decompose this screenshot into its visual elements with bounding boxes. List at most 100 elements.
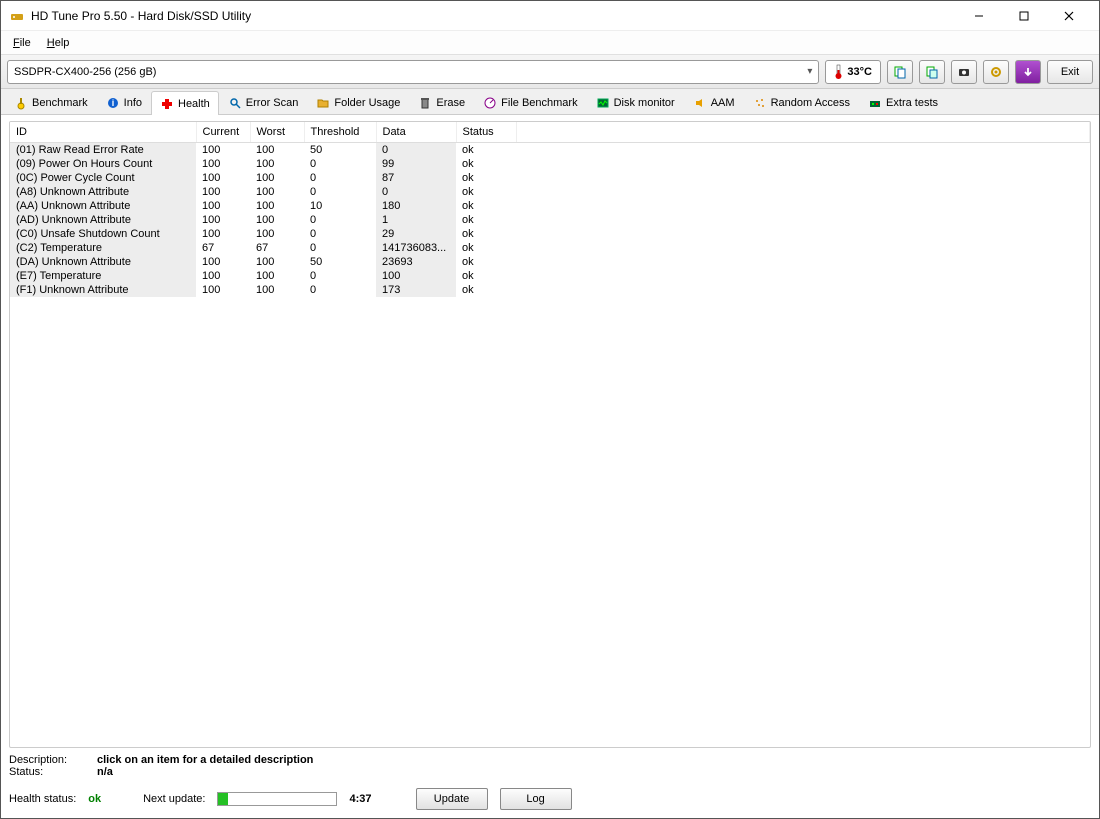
content-area: ID Current Worst Threshold Data Status (… (1, 115, 1099, 818)
save-button[interactable] (1015, 60, 1041, 84)
drive-select-text: SSDPR-CX400-256 (256 gB) (14, 66, 807, 78)
random-icon (753, 96, 767, 110)
table-row[interactable]: (C0) Unsafe Shutdown Count100100029ok (10, 227, 1090, 241)
table-row[interactable]: (E7) Temperature1001000100ok (10, 269, 1090, 283)
cell-data: 99 (376, 157, 456, 171)
cell-status: ok (456, 199, 516, 213)
cell-threshold: 0 (304, 171, 376, 185)
cell-worst: 67 (250, 241, 304, 255)
col-header-threshold[interactable]: Threshold (304, 122, 376, 143)
speaker-icon (693, 96, 707, 110)
health-icon (160, 97, 174, 111)
cell-data: 1 (376, 213, 456, 227)
table-row[interactable]: (01) Raw Read Error Rate100100500ok (10, 143, 1090, 158)
tab-disk-monitor[interactable]: Disk monitor (587, 90, 684, 114)
cell-worst: 100 (250, 269, 304, 283)
table-row[interactable]: (09) Power On Hours Count100100099ok (10, 157, 1090, 171)
table-row[interactable]: (F1) Unknown Attribute1001000173ok (10, 283, 1090, 297)
temperature-value: 33°C (847, 66, 872, 78)
titlebar: HD Tune Pro 5.50 - Hard Disk/SSD Utility (1, 1, 1099, 31)
cell-id: (0C) Power Cycle Count (10, 171, 196, 185)
tabbar: Benchmark iInfo Health Error Scan Folder… (1, 89, 1099, 115)
cell-current: 100 (196, 185, 250, 199)
cell-worst: 100 (250, 283, 304, 297)
col-header-id[interactable]: ID (10, 122, 196, 143)
tab-folder-usage[interactable]: Folder Usage (307, 90, 409, 114)
tab-info[interactable]: iInfo (97, 90, 151, 114)
erase-icon (418, 96, 432, 110)
benchmark-icon (14, 96, 28, 110)
update-button[interactable]: Update (416, 788, 488, 810)
col-header-data[interactable]: Data (376, 122, 456, 143)
copy-info-button[interactable] (887, 60, 913, 84)
cell-status: ok (456, 255, 516, 269)
description-label: Description: (9, 754, 79, 766)
table-row[interactable]: (0C) Power Cycle Count100100087ok (10, 171, 1090, 185)
cell-status: ok (456, 185, 516, 199)
table-row[interactable]: (AA) Unknown Attribute10010010180ok (10, 199, 1090, 213)
table-row[interactable]: (DA) Unknown Attribute1001005023693ok (10, 255, 1090, 269)
cell-current: 100 (196, 255, 250, 269)
cell-status: ok (456, 157, 516, 171)
minimize-button[interactable] (956, 2, 1001, 30)
cell-current: 67 (196, 241, 250, 255)
cell-data: 0 (376, 185, 456, 199)
cell-data: 29 (376, 227, 456, 241)
tab-erase[interactable]: Erase (409, 90, 474, 114)
copy-results-button[interactable] (919, 60, 945, 84)
tab-extra-tests[interactable]: Extra tests (859, 90, 947, 114)
window-title: HD Tune Pro 5.50 - Hard Disk/SSD Utility (31, 9, 956, 23)
cell-id: (E7) Temperature (10, 269, 196, 283)
cell-id: (F1) Unknown Attribute (10, 283, 196, 297)
health-status-label: Health status: (9, 793, 76, 805)
menu-file[interactable]: File (5, 34, 39, 52)
cell-data: 87 (376, 171, 456, 185)
cell-threshold: 0 (304, 227, 376, 241)
cell-current: 100 (196, 269, 250, 283)
col-header-status[interactable]: Status (456, 122, 516, 143)
tab-aam[interactable]: AAM (684, 90, 744, 114)
cell-id: (01) Raw Read Error Rate (10, 143, 196, 158)
cell-threshold: 0 (304, 269, 376, 283)
description-value: click on an item for a detailed descript… (97, 754, 313, 766)
folder-icon (316, 96, 330, 110)
search-icon (228, 96, 242, 110)
cell-worst: 100 (250, 157, 304, 171)
exit-button[interactable]: Exit (1047, 60, 1093, 84)
cell-data: 141736083... (376, 241, 456, 255)
tab-file-benchmark[interactable]: File Benchmark (474, 90, 586, 114)
monitor-icon (596, 96, 610, 110)
col-header-current[interactable]: Current (196, 122, 250, 143)
tab-error-scan[interactable]: Error Scan (219, 90, 308, 114)
cell-status: ok (456, 283, 516, 297)
cell-id: (C2) Temperature (10, 241, 196, 255)
svg-text:i: i (111, 98, 114, 108)
smart-table: ID Current Worst Threshold Data Status (… (10, 122, 1090, 297)
menu-help[interactable]: Help (39, 34, 78, 52)
file-benchmark-icon (483, 96, 497, 110)
next-update-time: 4:37 (349, 793, 371, 805)
tab-health[interactable]: Health (151, 91, 219, 115)
table-row[interactable]: (AD) Unknown Attribute10010001ok (10, 213, 1090, 227)
drive-select[interactable]: SSDPR-CX400-256 (256 gB) ▾ (7, 60, 819, 84)
table-row[interactable]: (A8) Unknown Attribute10010000ok (10, 185, 1090, 199)
cell-worst: 100 (250, 255, 304, 269)
smart-table-area[interactable]: ID Current Worst Threshold Data Status (… (9, 121, 1091, 748)
maximize-button[interactable] (1001, 2, 1046, 30)
tab-benchmark[interactable]: Benchmark (5, 90, 97, 114)
screenshot-button[interactable] (951, 60, 977, 84)
cell-id: (A8) Unknown Attribute (10, 185, 196, 199)
cell-id: (AD) Unknown Attribute (10, 213, 196, 227)
options-button[interactable] (983, 60, 1009, 84)
tab-random-access[interactable]: Random Access (744, 90, 859, 114)
description-area: Description: click on an item for a deta… (9, 748, 1091, 778)
close-button[interactable] (1046, 2, 1091, 30)
cell-id: (AA) Unknown Attribute (10, 199, 196, 213)
cell-threshold: 50 (304, 143, 376, 158)
table-row[interactable]: (C2) Temperature67670141736083...ok (10, 241, 1090, 255)
log-button[interactable]: Log (500, 788, 572, 810)
app-icon (9, 8, 25, 24)
col-header-worst[interactable]: Worst (250, 122, 304, 143)
cell-worst: 100 (250, 185, 304, 199)
cell-threshold: 0 (304, 185, 376, 199)
